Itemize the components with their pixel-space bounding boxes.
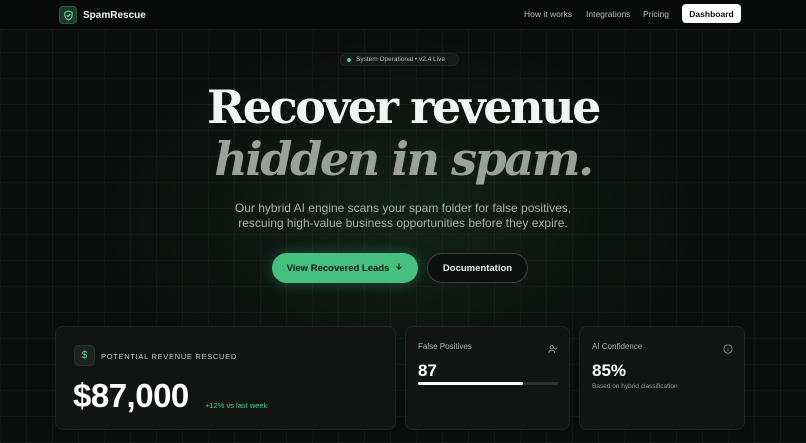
revenue-value: $87,000 (73, 377, 189, 414)
info-icon (723, 341, 733, 354)
shield-check-icon (59, 6, 77, 24)
brand-name: SpamRescue (83, 9, 146, 21)
hero-title-line1: Recover revenue (206, 80, 601, 134)
ai-confidence-title: AI Confidence (592, 342, 643, 351)
ai-confidence-note: Based on hybrid classification (592, 383, 678, 390)
ai-confidence-card: AI Confidence 85% Based on hybrid classi… (579, 326, 745, 430)
hero-subtitle-line1: Our hybrid AI engine scans your spam fol… (234, 201, 572, 215)
brand[interactable]: SpamRescue (59, 5, 146, 25)
hero-subtitle-line2: rescuing high-value business opportuniti… (238, 216, 568, 230)
false-positives-progress-fill (418, 382, 523, 385)
revenue-delta: +12% vs last week (205, 401, 268, 410)
view-recovered-leads-label: View Recovered Leads (286, 262, 390, 274)
false-positives-title: False Positives (418, 342, 472, 351)
status-text: System Operational • v2.4 Live (356, 56, 445, 63)
top-navbar: SpamRescue How it works Integrations Pri… (0, 0, 806, 30)
false-positives-card: False Positives 87 (405, 326, 570, 430)
documentation-button[interactable]: Documentation (427, 253, 528, 283)
nav-link-how-it-works[interactable]: How it works (524, 9, 572, 19)
nav-link-integrations[interactable]: Integrations (586, 9, 630, 19)
status-badge: System Operational • v2.4 Live (340, 53, 459, 66)
revenue-label: POTENTIAL REVENUE RESCUED (101, 352, 237, 361)
false-positives-value: 87 (418, 361, 437, 380)
dashboard-button[interactable]: Dashboard (682, 4, 741, 23)
revenue-card: $ POTENTIAL REVENUE RESCUED $87,000 +12%… (55, 326, 396, 430)
user-check-icon (548, 341, 558, 354)
ai-confidence-value: 85% (592, 361, 627, 380)
status-dot-icon (347, 57, 351, 62)
nav-link-pricing[interactable]: Pricing (643, 9, 669, 19)
false-positives-progress-bar (418, 382, 558, 385)
dollar-icon: $ (74, 345, 95, 366)
view-recovered-leads-button[interactable]: View Recovered Leads (272, 253, 418, 283)
hero-title-line2: hidden in spam. (214, 132, 594, 186)
arrow-down-icon (395, 262, 403, 274)
